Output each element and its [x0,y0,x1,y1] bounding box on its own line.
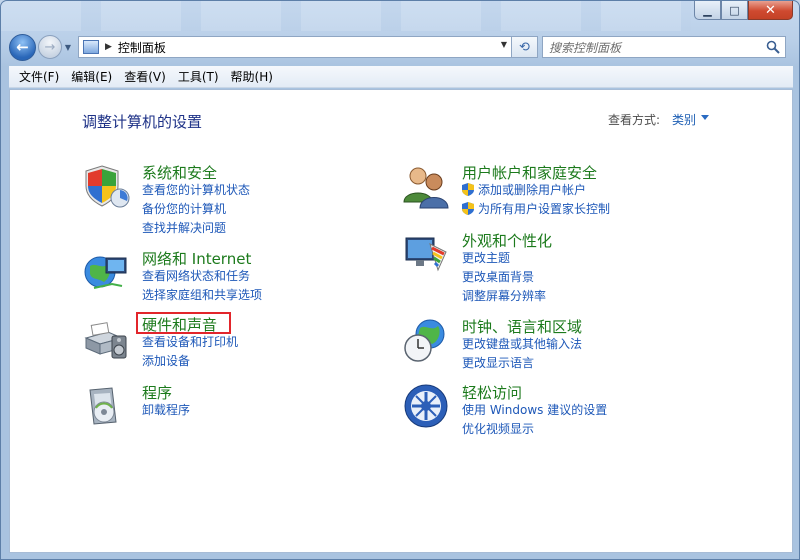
category-title-system-security[interactable]: 系统和安全 [142,162,217,183]
link-windows-recommended[interactable]: 使用 Windows 建议的设置 [462,401,607,420]
window-title-bar [1,1,691,31]
category-title-user-accounts[interactable]: 用户帐户和家庭安全 [462,162,597,183]
link-optimize-display[interactable]: 优化视频显示 [462,420,607,439]
minimize-button[interactable]: ▁ [694,1,721,20]
user-accounts-icon[interactable] [402,162,450,210]
forward-arrow-icon: → [44,39,56,55]
breadcrumb-arrow-icon[interactable]: ▶ [105,42,112,52]
view-by-label: 查看方式: [608,113,661,127]
address-dropdown-icon[interactable]: ▼ [501,40,507,49]
back-button[interactable]: ← [9,33,36,61]
menu-bar: 文件(F) 编辑(E) 查看(V) 工具(T) 帮助(H) [9,66,793,88]
link-add-device[interactable]: 添加设备 [142,352,238,371]
minimize-icon: ▁ [703,3,712,17]
system-security-icon[interactable] [82,162,130,210]
menu-tools[interactable]: 工具(T) [172,68,225,85]
ease-of-access-icon[interactable] [402,382,450,430]
breadcrumb-control-panel[interactable]: 控制面板 [118,39,166,56]
link-network-status[interactable]: 查看网络状态和任务 [142,267,262,286]
category-title-clock-language[interactable]: 时钟、语言和区域 [462,316,582,337]
programs-icon[interactable] [82,382,130,430]
close-button[interactable]: ✕ [748,1,793,20]
search-placeholder: 搜索控制面板 [549,40,622,55]
menu-file[interactable]: 文件(F) [13,68,65,85]
maximize-icon: □ [729,3,740,17]
search-icon[interactable] [766,40,780,54]
clock-language-icon[interactable] [402,316,450,364]
category-title-programs[interactable]: 程序 [142,382,172,403]
uac-shield-icon [462,202,474,215]
view-by-dropdown[interactable]: 类别 [672,111,696,128]
address-bar[interactable]: ▶ 控制面板 ▼ [78,36,512,58]
appearance-icon[interactable] [402,230,450,278]
link-parental-controls[interactable]: 为所有用户设置家长控制 [462,200,610,219]
recent-pages-button[interactable]: ▼ [62,37,74,57]
link-devices-printers[interactable]: 查看设备和打印机 [142,333,238,352]
link-desktop-background[interactable]: 更改桌面背景 [462,268,546,287]
control-panel-window: ▁ □ ✕ ← → ▼ ▶ 控制面板 ▼ ⟲ 搜索控制面板 文件(F) 编辑(E… [0,0,800,560]
chevron-down-icon: ▼ [64,42,72,52]
search-input[interactable]: 搜索控制面板 [542,36,786,58]
hardware-sound-icon[interactable] [82,314,130,362]
category-title-appearance[interactable]: 外观和个性化 [462,230,552,251]
back-arrow-icon: ← [16,38,29,56]
link-add-remove-accounts[interactable]: 添加或删除用户帐户 [462,181,610,200]
uac-shield-icon [462,183,474,196]
maximize-button[interactable]: □ [721,1,748,20]
link-backup-computer[interactable]: 备份您的计算机 [142,200,250,219]
link-keyboard-input[interactable]: 更改键盘或其他输入法 [462,335,582,354]
link-troubleshoot[interactable]: 查找并解决问题 [142,219,250,238]
close-icon: ✕ [765,2,776,18]
category-title-ease-of-access[interactable]: 轻松访问 [462,382,522,403]
link-parental-controls-label: 为所有用户设置家长控制 [478,202,611,216]
link-add-remove-accounts-label: 添加或删除用户帐户 [478,183,587,197]
link-homegroup-sharing[interactable]: 选择家庭组和共享选项 [142,286,262,305]
content-pane: 调整计算机的设置 查看方式: 类别 系统和安全 查看您的计算机状态 备份您的计算… [9,89,793,553]
menu-edit[interactable]: 编辑(E) [65,68,118,85]
link-change-theme[interactable]: 更改主题 [462,249,546,268]
navigation-bar: ← → ▼ ▶ 控制面板 ▼ ⟲ 搜索控制面板 [9,33,793,61]
link-display-language[interactable]: 更改显示语言 [462,354,582,373]
link-screen-resolution[interactable]: 调整屏幕分辨率 [462,287,546,306]
menu-view[interactable]: 查看(V) [118,68,172,85]
caption-buttons: ▁ □ ✕ [694,1,793,20]
menu-help[interactable]: 帮助(H) [225,68,279,85]
highlight-box [136,312,231,334]
forward-button[interactable]: → [38,35,62,59]
link-view-computer-status[interactable]: 查看您的计算机状态 [142,181,250,200]
view-by-chevron-icon[interactable] [701,115,709,120]
refresh-icon: ⟲ [519,39,530,55]
network-internet-icon[interactable] [82,248,130,296]
link-uninstall-program[interactable]: 卸载程序 [142,401,190,420]
control-panel-icon [83,40,99,54]
page-title: 调整计算机的设置 [82,113,203,131]
refresh-button[interactable]: ⟲ [512,36,538,58]
category-title-network-internet[interactable]: 网络和 Internet [142,248,251,269]
